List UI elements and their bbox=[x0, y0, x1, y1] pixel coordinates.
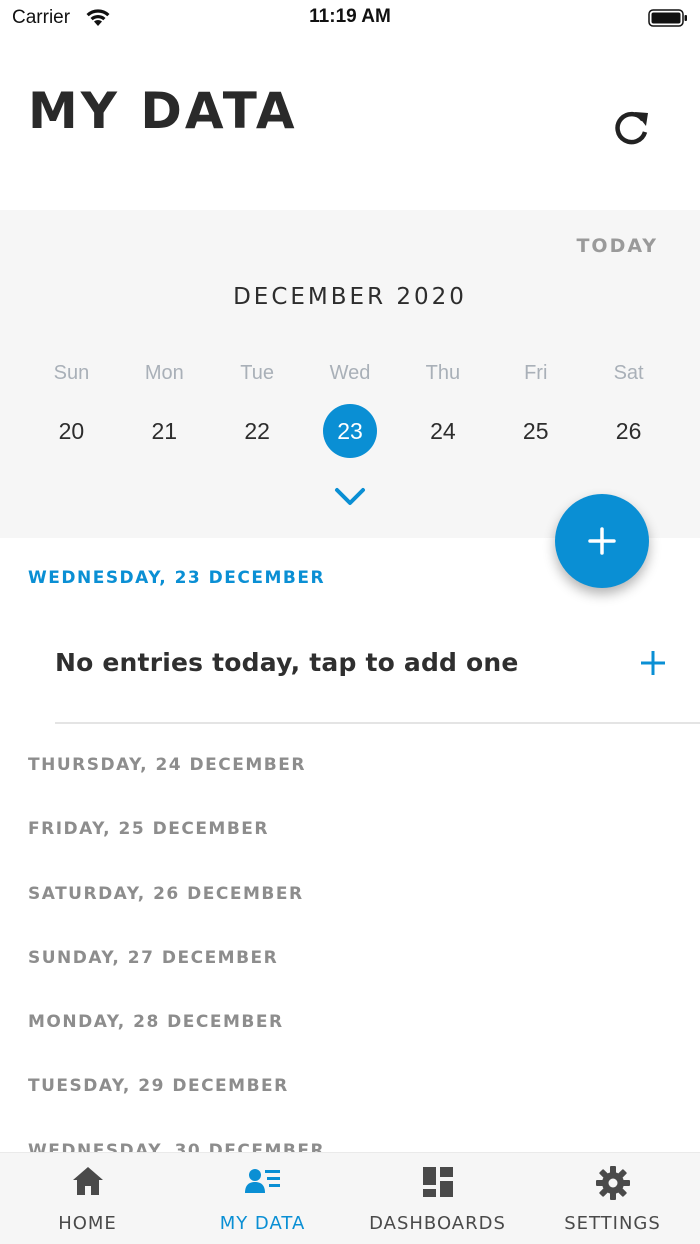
tab-label: SETTINGS bbox=[564, 1213, 661, 1234]
date-cell[interactable]: 22 bbox=[211, 403, 304, 459]
tab-my-data[interactable]: MY DATA bbox=[175, 1153, 350, 1244]
tab-settings[interactable]: SETTINGS bbox=[525, 1153, 700, 1244]
day-header[interactable]: SATURDAY, 26 DECEMBER bbox=[28, 881, 688, 945]
gear-icon bbox=[595, 1166, 630, 1200]
add-entry-fab[interactable] bbox=[555, 494, 649, 588]
date-cell[interactable]: 25 bbox=[489, 403, 582, 459]
tab-bar: HOME MY DATA DASHBOARDS SETTINGS bbox=[0, 1152, 700, 1244]
plus-icon bbox=[588, 527, 616, 555]
today-button[interactable]: TODAY bbox=[576, 235, 658, 257]
dashboard-icon bbox=[422, 1167, 453, 1197]
weekday-label: Wed bbox=[329, 362, 371, 384]
empty-entry-text: No entries today, tap to add one bbox=[55, 648, 519, 677]
tab-home[interactable]: HOME bbox=[0, 1153, 175, 1244]
status-bar: Carrier 11:19 AM bbox=[0, 0, 700, 40]
active-day-header: WEDNESDAY, 23 DECEMBER bbox=[28, 568, 326, 588]
weekday-label: Tue bbox=[240, 362, 275, 384]
weekday-label: Thu bbox=[425, 362, 461, 384]
date-number: 26 bbox=[615, 417, 642, 444]
date-number: 25 bbox=[522, 417, 549, 444]
day-header[interactable]: MONDAY, 28 DECEMBER bbox=[28, 1009, 688, 1073]
date-cell[interactable]: 26 bbox=[582, 403, 675, 459]
date-cell[interactable]: 24 bbox=[396, 403, 489, 459]
day-header[interactable]: WEDNESDAY, 30 DECEMBER bbox=[28, 1138, 688, 1152]
tab-label: HOME bbox=[58, 1213, 117, 1234]
tab-label: DASHBOARDS bbox=[369, 1213, 506, 1234]
date-row: 20 21 22 23 24 25 26 bbox=[25, 403, 675, 459]
day-header[interactable]: THURSDAY, 24 DECEMBER bbox=[28, 752, 688, 816]
home-icon bbox=[72, 1167, 103, 1195]
chevron-down-icon[interactable] bbox=[333, 484, 367, 508]
refresh-icon bbox=[615, 111, 648, 145]
empty-entry-row[interactable]: No entries today, tap to add one bbox=[55, 612, 700, 724]
weekday-row: Sun Mon Tue Wed Thu Fri Sat bbox=[25, 362, 675, 385]
date-number: 22 bbox=[244, 417, 270, 444]
tab-label: MY DATA bbox=[219, 1213, 306, 1234]
day-header[interactable]: TUESDAY, 29 DECEMBER bbox=[28, 1073, 688, 1137]
page-title: MY DATA bbox=[28, 82, 298, 140]
plus-icon[interactable] bbox=[640, 650, 666, 676]
date-number: 20 bbox=[58, 417, 85, 444]
day-header[interactable]: FRIDAY, 25 DECEMBER bbox=[28, 816, 688, 880]
month-label: DECEMBER 2020 bbox=[233, 284, 467, 310]
my-data-icon bbox=[244, 1169, 280, 1193]
weekday-label: Mon bbox=[144, 362, 184, 384]
status-time: 11:19 AM bbox=[309, 6, 391, 27]
day-header[interactable]: SUNDAY, 27 DECEMBER bbox=[28, 945, 688, 1009]
battery-icon bbox=[648, 9, 687, 27]
week-calendar: TODAY DECEMBER 2020 Sun Mon Tue Wed Thu … bbox=[0, 210, 700, 538]
weekday-label: Sat bbox=[613, 362, 644, 384]
date-cell[interactable]: 20 bbox=[25, 403, 118, 459]
date-cell[interactable]: 21 bbox=[118, 403, 211, 459]
date-number: 21 bbox=[151, 417, 178, 444]
weekday-label: Sun bbox=[53, 362, 90, 384]
date-cell-selected[interactable]: 23 bbox=[304, 403, 397, 459]
refresh-button[interactable] bbox=[608, 104, 656, 152]
tab-dashboards[interactable]: DASHBOARDS bbox=[350, 1153, 525, 1244]
selected-date-number: 23 bbox=[323, 404, 377, 458]
weekday-label: Fri bbox=[524, 362, 548, 384]
date-number: 24 bbox=[430, 417, 456, 444]
day-list: THURSDAY, 24 DECEMBER FRIDAY, 25 DECEMBE… bbox=[28, 752, 688, 1152]
